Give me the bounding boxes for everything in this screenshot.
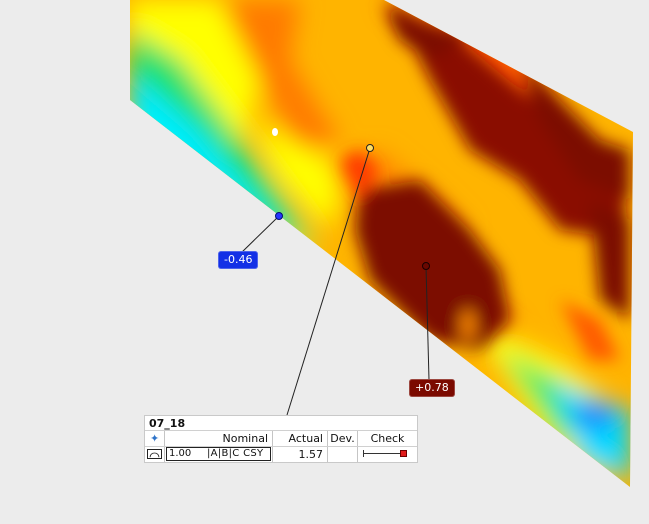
tolerance-frame: 1.00 |A|B|C CSY — [166, 447, 271, 461]
table-header-row: ✦ Nominal Actual Dev. Check — [145, 430, 417, 446]
check-out-of-tolerance-marker — [400, 450, 407, 457]
measurement-point-fcf[interactable] — [366, 144, 374, 152]
header-nominal: Nominal — [164, 431, 272, 446]
deviation-badge-negative[interactable]: -0.46 — [218, 251, 259, 269]
check-indicator — [357, 447, 417, 462]
specular-highlight — [272, 128, 278, 136]
feature-title: 07_18 — [149, 417, 186, 430]
tolerance-value: 1.00 — [169, 448, 192, 459]
feature-control-frame-table[interactable]: 07_18 ✦ Nominal Actual Dev. Check 1.00 |… — [144, 415, 418, 463]
symbol-cell — [145, 447, 164, 462]
datum-references: |A|B|C CSY — [207, 448, 264, 459]
header-symbol-cell: ✦ — [145, 431, 164, 446]
callout-leader-negative — [239, 215, 280, 255]
table-row[interactable]: 1.00 |A|B|C CSY 1.57 — [145, 446, 417, 462]
actual-value: 1.57 — [272, 447, 327, 462]
measurement-point-positive[interactable] — [422, 262, 430, 270]
dev-value — [327, 447, 357, 462]
header-actual: Actual — [272, 431, 327, 446]
header-check: Check — [357, 431, 417, 446]
nominal-cell: 1.00 |A|B|C CSY — [164, 447, 272, 462]
header-dev: Dev. — [327, 431, 357, 446]
measurement-point-negative[interactable] — [275, 212, 283, 220]
deviation-badge-positive[interactable]: +0.78 — [409, 379, 455, 397]
crosshair-icon: ✦ — [150, 432, 160, 445]
check-scale-bar — [364, 453, 404, 454]
profile-icon — [147, 449, 162, 459]
